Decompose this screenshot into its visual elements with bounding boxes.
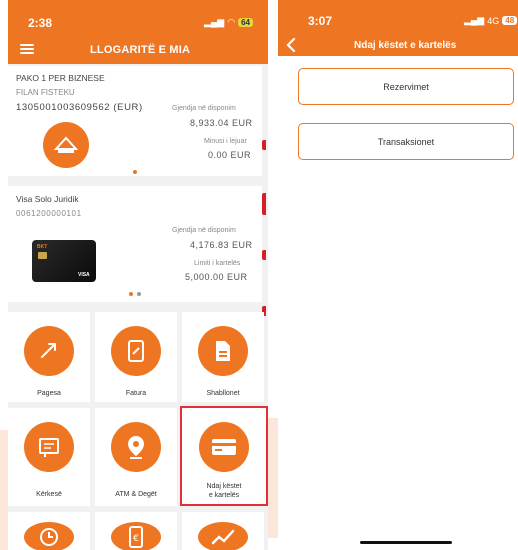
invoice-icon (111, 326, 161, 376)
card-image: BKT VISA (32, 240, 96, 282)
decorative-shape (0, 430, 8, 550)
tile-atm-deget[interactable]: ATM & Degët (95, 408, 177, 506)
clock-icon (24, 522, 74, 550)
overdraft-value: 0.00 EUR (208, 150, 252, 160)
transfer-icon (24, 326, 74, 376)
card-available-label: Gjendja në disponim (172, 227, 236, 234)
transactions-button[interactable]: Transaksionet (298, 123, 514, 160)
credit-card-card[interactable]: Visa Solo Juridik 0061200000101 Gjendja … (8, 186, 262, 302)
location-pin-icon (111, 422, 161, 472)
pager-dot-active (133, 170, 137, 174)
pager-dot-active (129, 292, 133, 296)
account-number: 1305001003609562 (EUR) (16, 102, 143, 113)
available-balance-value: 8,933.04 EUR (190, 118, 253, 128)
overdraft-label: Minusi i lejuar (204, 138, 247, 145)
card-limit-label: Limiti i kartelës (194, 260, 241, 267)
reservations-button[interactable]: Rezervimet (298, 68, 514, 105)
page-title: Ndaj këstet e kartelës (354, 40, 457, 51)
tile-label: ATM & Degët (115, 491, 157, 498)
decorative-shape (268, 418, 278, 538)
tile-kerkese[interactable]: Kërkesë (8, 408, 90, 506)
card-available-value: 4,176.83 EUR (190, 240, 253, 250)
chart-line-icon (198, 522, 248, 550)
status-time: 2:38 (28, 16, 53, 30)
piggy-bank-icon (43, 122, 89, 168)
available-balance-label: Gjendja në disponim (172, 105, 236, 112)
app-header: 2:38 ▂▄▆ ◠ 64 LLOGARITË E MIA (8, 0, 268, 64)
tile-partial[interactable] (8, 512, 90, 550)
tile-label: Fatura (125, 390, 147, 397)
tile-ndaj-kestet-highlighted[interactable]: Ndaj këstet e kartelës (180, 406, 268, 506)
tile-partial[interactable]: € (95, 512, 177, 550)
tile-label: Kërkesë (36, 491, 62, 498)
hamburger-icon[interactable] (20, 42, 34, 56)
battery-indicator: 64 (238, 18, 253, 27)
signal-icon: ▂▄▆ (464, 15, 485, 25)
red-tab-marker (262, 193, 266, 215)
page-title: LLOGARITË E MIA (90, 44, 191, 56)
credit-card-icon (199, 422, 249, 472)
network-label: 4G (487, 15, 500, 26)
battery-indicator: 48 (502, 16, 518, 25)
red-tab-marker (262, 250, 266, 260)
tile-fatura[interactable]: Fatura (95, 312, 177, 402)
status-time: 3:07 (308, 14, 333, 28)
back-chevron-icon[interactable] (286, 37, 300, 53)
account-card[interactable]: PAKO 1 PER BIZNESE FILAN FISTEKU 1305001… (8, 66, 262, 176)
tile-pagesa[interactable]: Pagesa (8, 312, 90, 402)
card-name: Visa Solo Juridik (16, 194, 79, 204)
card-number: 0061200000101 (16, 209, 82, 218)
tile-label: Pagesa (37, 390, 61, 397)
left-phone-screen: 2:38 ▂▄▆ ◠ 64 LLOGARITË E MIA PAKO 1 PER… (8, 0, 268, 550)
pager-dot (137, 292, 141, 296)
status-icons: ▂▄▆ 4G 48 (464, 15, 518, 26)
app-header: 3:07 ▂▄▆ 4G 48 Ndaj këstet e kartelës (278, 0, 518, 56)
account-holder: FILAN FISTEKU (16, 88, 75, 97)
card-limit-value: 5,000.00 EUR (185, 272, 248, 282)
right-phone-screen: 3:07 ▂▄▆ 4G 48 Ndaj këstet e kartelës Re… (278, 0, 518, 550)
account-name: PAKO 1 PER BIZNESE (16, 73, 105, 83)
tile-label: Ndaj këstet e kartelës (206, 483, 242, 500)
signal-icon: ▂▄▆ (204, 17, 225, 27)
home-indicator (360, 541, 452, 544)
tile-shabllonet[interactable]: Shabllonet (182, 312, 264, 402)
euro-phone-icon: € (111, 522, 161, 550)
wifi-icon: ◠ (227, 17, 236, 27)
tile-label: Shabllonet (206, 390, 240, 397)
card-chip-icon (38, 252, 47, 259)
red-tab-marker (262, 140, 266, 150)
document-icon (198, 326, 248, 376)
visa-logo: VISA (78, 272, 90, 278)
card-bank-logo: BKT (37, 244, 48, 250)
request-icon (24, 422, 74, 472)
svg-text:€: € (133, 534, 139, 544)
status-icons: ▂▄▆ ◠ 64 (204, 17, 253, 28)
tile-partial[interactable] (182, 512, 264, 550)
